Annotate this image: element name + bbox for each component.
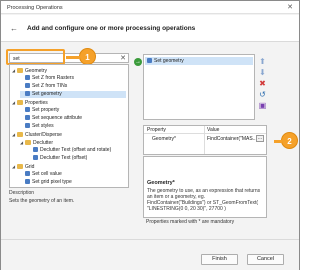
tree-item-label: Properties xyxy=(25,100,48,106)
operation-icon xyxy=(25,75,30,80)
dialog-header: ← Add and configure one or more processi… xyxy=(1,15,299,42)
tree-item[interactable]: Set styles xyxy=(20,123,126,130)
tree-item[interactable]: ◢ Cluster/Disperse xyxy=(12,131,126,138)
edit-expression-button[interactable]: ... xyxy=(256,135,264,142)
description-text: Sets the geometry of an item. xyxy=(9,198,75,204)
property-name: Geometry* xyxy=(152,136,176,142)
folder-icon xyxy=(17,164,23,169)
window-title: Processing Operations xyxy=(7,5,63,11)
operation-icon xyxy=(33,155,38,160)
help-body: The geometry to use, as an expression th… xyxy=(147,188,261,212)
tree-item[interactable]: Set sequence attribute xyxy=(20,115,126,122)
description-label: Description xyxy=(9,190,35,196)
reset-icon[interactable]: ↺ xyxy=(258,90,267,99)
operations-tree: ◢ Geometry Set Z from Rasters Set Z from TI… xyxy=(9,64,129,188)
tree-item[interactable]: ◢ Grid xyxy=(12,163,126,170)
value-column-header: Value xyxy=(207,127,220,133)
tree-item-label: Grid xyxy=(25,164,35,170)
column-divider xyxy=(204,126,205,154)
folder-icon xyxy=(17,132,23,137)
selected-operations-list: Set geometry xyxy=(143,54,255,120)
folder-icon xyxy=(25,140,31,145)
selected-operation-label: Set geometry xyxy=(154,58,184,64)
operation-icon xyxy=(25,115,30,120)
tree-item-label: Set styles xyxy=(32,123,54,129)
tree-item-label: Cluster/Disperse xyxy=(25,132,62,138)
tree-item[interactable]: ◢ Properties xyxy=(12,99,126,106)
cancel-button[interactable]: Cancel xyxy=(247,254,284,265)
tree-item[interactable]: Set cell value xyxy=(20,171,126,178)
title-bar: Processing Operations ✕ xyxy=(1,1,299,14)
help-title: Geometry* xyxy=(147,180,175,186)
selected-operation-item[interactable]: Set geometry xyxy=(145,57,253,65)
clear-search-icon[interactable]: ✕ xyxy=(120,54,126,63)
tree-item-label: Set cell value xyxy=(32,171,62,177)
dialog-footer: Finish Cancel xyxy=(1,239,299,270)
properties-grid: Property Value Geometry* FindContainer("… xyxy=(143,125,267,155)
tree-item[interactable]: Set geometry xyxy=(20,91,126,98)
tree-item-label: Geometry xyxy=(25,68,47,74)
search-highlight xyxy=(6,49,65,65)
finish-button[interactable]: Finish xyxy=(201,254,238,265)
tree-item-label: Declutter xyxy=(33,140,54,146)
move-up-icon[interactable]: ⬆ xyxy=(258,57,267,66)
tree-item-label: Set geometry xyxy=(32,91,62,97)
tree-item[interactable]: Set Z from TINs xyxy=(20,83,126,90)
close-icon[interactable]: ✕ xyxy=(287,3,293,11)
operation-icon xyxy=(25,107,30,112)
callout-badge-2: 2 xyxy=(274,132,298,149)
properties-header: Property Value xyxy=(144,126,266,134)
remove-icon[interactable]: ✖ xyxy=(258,79,267,88)
tree-item-label: Declutter Text (offset) xyxy=(40,155,88,161)
tree-item[interactable]: Declutter Text (offset and rotate) xyxy=(28,147,126,154)
tree-item[interactable]: Set property xyxy=(20,107,126,114)
tree-item-label: Set grid pixel type xyxy=(32,179,72,185)
save-icon[interactable]: ▣ xyxy=(258,101,267,110)
operation-icon xyxy=(25,179,30,184)
operation-icon xyxy=(25,91,30,96)
tree-item[interactable]: Set Z from Rasters xyxy=(20,75,126,82)
mandatory-note: Properties marked with * are mandatory xyxy=(146,219,235,225)
tree-item[interactable]: Set grid pixel type xyxy=(20,179,126,186)
tree-item-label: Set property xyxy=(32,107,60,113)
folder-icon xyxy=(17,100,23,105)
back-arrow-icon[interactable]: ← xyxy=(10,24,18,33)
operation-icon xyxy=(147,58,152,63)
operation-icon xyxy=(25,171,30,176)
processing-operations-dialog: Processing Operations ✕ ← Add and config… xyxy=(0,0,300,270)
property-column-header: Property xyxy=(147,127,166,133)
operation-icon xyxy=(33,147,38,152)
tree-item-label: Set Z from Rasters xyxy=(32,75,74,81)
tree-item-label: Set sequence attribute xyxy=(32,115,83,121)
tree-item[interactable]: ◢ Geometry xyxy=(12,67,126,74)
tree-item-label: Set Z from TINs xyxy=(32,83,68,89)
move-down-icon[interactable]: ⬇ xyxy=(258,68,267,77)
help-panel: Geometry* The geometry to use, as an exp… xyxy=(143,156,267,218)
tree-item[interactable]: ◢ Declutter xyxy=(20,139,126,146)
add-arrow-icon[interactable]: → xyxy=(134,58,142,66)
operation-icon xyxy=(25,123,30,128)
operation-icon xyxy=(25,83,30,88)
page-title: Add and configure one or more processing… xyxy=(27,25,196,32)
tree-item[interactable]: Declutter Text (offset) xyxy=(28,155,126,162)
callout-badge-1: 1 xyxy=(66,48,96,65)
property-value[interactable]: FindContainer("MAS... xyxy=(207,136,257,142)
tree-item-label: Declutter Text (offset and rotate) xyxy=(40,147,112,153)
folder-icon xyxy=(17,68,23,73)
